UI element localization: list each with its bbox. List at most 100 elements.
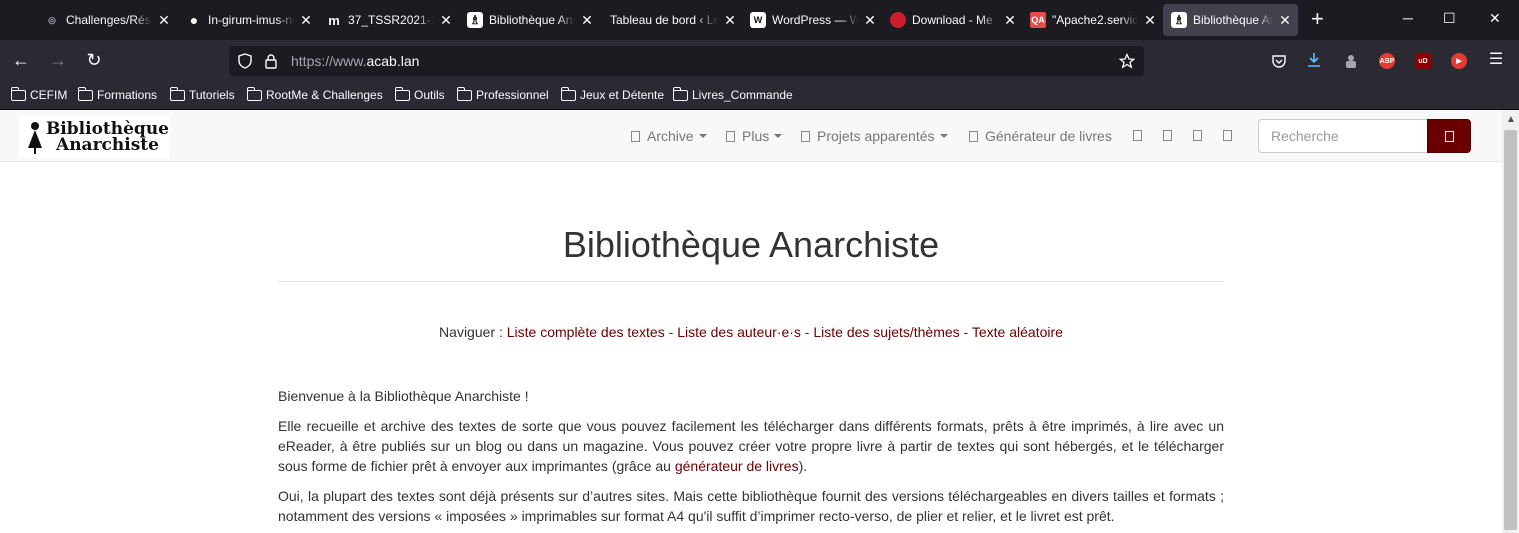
search-icon <box>1444 130 1454 142</box>
maximize-button[interactable]: ☐ <box>1443 10 1456 27</box>
tab-9-active[interactable]: ♗ Bibliothèque Anarchiste ✕ <box>1163 4 1298 36</box>
lock-icon[interactable] <box>263 53 279 69</box>
tab-8[interactable]: QA "Apache2.service ✕ <box>1030 4 1158 36</box>
folder-icon <box>77 86 93 101</box>
browse-bar: Naviguer : Liste complète des textes - L… <box>278 324 1224 340</box>
blank-favicon-icon <box>588 12 604 28</box>
tab-strip: ◎ Challenges/Résumé ✕ ● In-girum-imus-no… <box>0 0 1519 40</box>
download-icon[interactable] <box>1306 52 1322 68</box>
caret-down-icon <box>939 134 948 138</box>
login-icon[interactable] <box>1223 130 1232 141</box>
folder-icon <box>169 86 185 101</box>
tab-close-icon[interactable]: ✕ <box>722 12 738 29</box>
tab-title: Download - Me <box>912 13 993 27</box>
settings-icon[interactable] <box>1193 130 1202 141</box>
bookmarks-icon[interactable] <box>1163 130 1172 141</box>
bookmark-label: Tutoriels <box>189 88 235 102</box>
folder-icon <box>246 86 262 101</box>
intro-paragraph-1: Elle recueille et archive des textes de … <box>278 416 1224 476</box>
extension-puzzle-icon[interactable] <box>1343 53 1359 69</box>
bookmark-folder-outils[interactable]: Outils <box>394 86 445 102</box>
folder-icon <box>672 86 688 101</box>
bookmark-folder-livres[interactable]: Livres_Commande <box>672 86 793 102</box>
page-scrollbar[interactable]: ▲ <box>1502 110 1519 533</box>
browser-chrome: ◎ Challenges/Résumé ✕ ● In-girum-imus-no… <box>0 0 1519 110</box>
opera-favicon-icon <box>890 12 906 28</box>
tab-close-icon[interactable]: ✕ <box>298 12 314 29</box>
url-scheme: https://www. <box>291 53 367 69</box>
bookmark-folder-jeux[interactable]: Jeux et Détente <box>560 86 664 102</box>
tab-4[interactable]: ♗ Bibliothèque Anarchiste ✕ <box>467 4 595 36</box>
back-arrow-icon[interactable]: ← <box>11 50 31 70</box>
tab-5[interactable]: Tableau de bord ‹ Le ✕ <box>588 4 738 36</box>
new-tab-button[interactable]: + <box>1311 8 1324 30</box>
forward-arrow-icon[interactable]: → <box>48 50 68 70</box>
hamburger-menu-icon[interactable]: ☰ <box>1486 50 1506 70</box>
ublock-icon[interactable]: uD <box>1415 53 1431 69</box>
close-window-button[interactable]: ✕ <box>1489 10 1501 27</box>
link-topics[interactable]: Liste des sujets/thèmes <box>813 324 959 340</box>
menu-label: Projets apparentés <box>817 128 935 144</box>
menu-projets[interactable]: Projets apparentés <box>801 128 948 144</box>
bookmark-folder-formations[interactable]: Formations <box>77 86 157 102</box>
tab-close-icon[interactable]: ✕ <box>1142 12 1158 29</box>
folder-icon <box>456 86 472 101</box>
bookmark-label: Livres_Commande <box>692 88 793 102</box>
menu-plus[interactable]: Plus <box>726 128 783 144</box>
scrollbar-thumb[interactable] <box>1504 130 1517 530</box>
url-host: acab.lan <box>366 53 420 69</box>
tab-7[interactable]: Download - Me ✕ <box>890 4 1018 36</box>
tab-title: Bibliothèque Anarchiste <box>489 13 575 27</box>
menu-archive[interactable]: Archive <box>631 128 707 144</box>
bookmark-folder-rootme[interactable]: RootMe & Challenges <box>246 86 383 102</box>
search-button[interactable] <box>1427 119 1471 153</box>
tab-2[interactable]: ● In-girum-imus-nocte ✕ <box>186 4 314 36</box>
tab-close-icon[interactable]: ✕ <box>438 12 454 29</box>
separator: - <box>800 324 814 340</box>
tab-3[interactable]: m 37_TSSR2021-1 ✕ <box>326 4 454 36</box>
tab-title: WordPress — W <box>772 13 858 27</box>
tab-6[interactable]: W WordPress — W ✕ <box>750 4 878 36</box>
projects-icon <box>801 130 810 142</box>
pocket-icon[interactable] <box>1271 53 1287 69</box>
menu-label: Plus <box>742 128 770 144</box>
link-all-texts[interactable]: Liste complète des textes <box>507 324 665 340</box>
tab-title: "Apache2.service <box>1052 13 1138 27</box>
tab-close-icon[interactable]: ✕ <box>156 12 172 29</box>
bookmark-star-icon[interactable] <box>1119 53 1135 69</box>
bookmark-folder-cefim[interactable]: CEFIM <box>10 86 68 102</box>
menu-generateur[interactable]: Générateur de livres <box>969 128 1112 144</box>
site-logo[interactable]: Bibliothèque Anarchiste <box>19 116 169 158</box>
site-navbar: Bibliothèque Anarchiste Archive Plus Proj… <box>0 110 1502 162</box>
url-bar[interactable]: https://www.acab.lan <box>229 46 1144 76</box>
tab-close-icon[interactable]: ✕ <box>1277 12 1293 29</box>
url-text[interactable]: https://www.acab.lan <box>291 53 419 69</box>
abp-icon[interactable]: ABP <box>1379 53 1395 69</box>
language-icon[interactable] <box>1133 130 1142 141</box>
tab-close-icon[interactable]: ✕ <box>1002 12 1018 29</box>
bookmark-label: CEFIM <box>30 88 68 102</box>
shield-icon[interactable] <box>237 53 253 69</box>
reload-icon[interactable]: ↻ <box>84 50 104 70</box>
tab-1[interactable]: ◎ Challenges/Résumé ✕ <box>44 4 172 36</box>
bookmark-label: Professionnel <box>476 88 549 102</box>
folder-icon <box>10 86 26 101</box>
challenges-favicon-icon: ◎ <box>48 14 56 25</box>
bookmark-label: Outils <box>414 88 445 102</box>
bookmark-folder-professionnel[interactable]: Professionnel <box>456 86 549 102</box>
web-page: Bibliothèque Anarchiste Archive Plus Proj… <box>0 110 1502 533</box>
title-divider <box>278 281 1224 282</box>
link-book-generator[interactable]: générateur de livres <box>675 458 799 474</box>
anarchist-figure-icon <box>25 120 42 154</box>
youtube-icon[interactable]: ▶ <box>1451 53 1467 69</box>
search-input[interactable] <box>1258 119 1428 153</box>
scroll-up-arrow-icon[interactable]: ▲ <box>1506 114 1516 125</box>
caret-down-icon <box>774 134 783 138</box>
para1-end: ). <box>798 458 808 474</box>
minimize-button[interactable]: ─ <box>1403 10 1413 26</box>
tab-close-icon[interactable]: ✕ <box>862 12 878 29</box>
bookmark-folder-tutoriels[interactable]: Tutoriels <box>169 86 235 102</box>
plus-icon <box>726 130 735 142</box>
link-authors[interactable]: Liste des auteur·e·s <box>677 324 801 340</box>
link-random-text[interactable]: Texte aléatoire <box>972 324 1063 340</box>
